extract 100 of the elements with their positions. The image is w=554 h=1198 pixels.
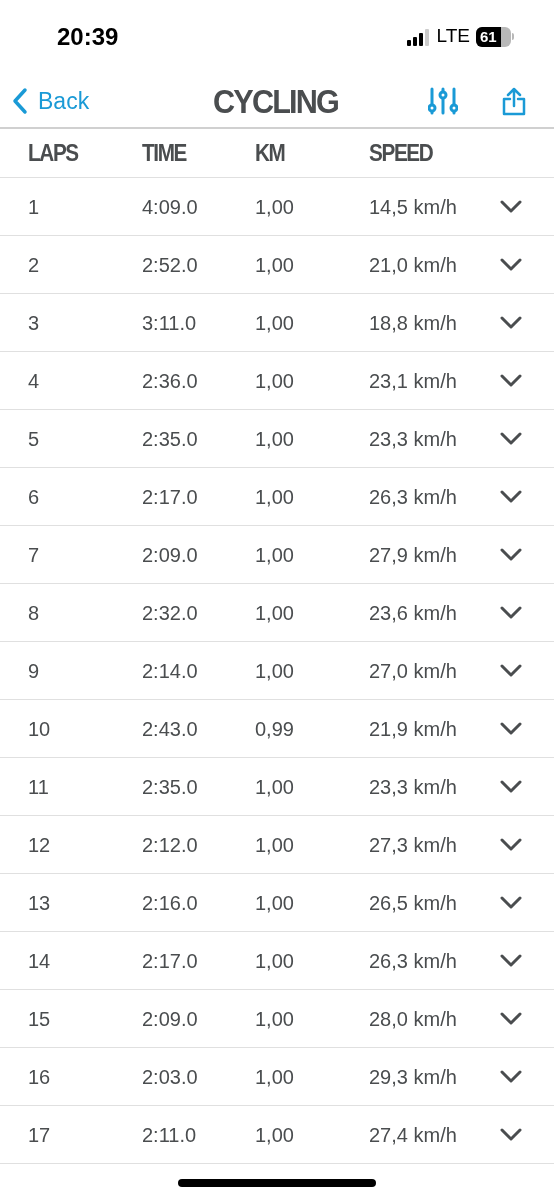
lap-number: 1 (28, 195, 40, 218)
chevron-down-icon[interactable] (500, 431, 522, 446)
chevron-down-icon[interactable] (500, 953, 522, 968)
lap-speed: 26,3 km/h (369, 485, 457, 508)
lap-number: 2 (28, 253, 40, 276)
lap-distance: 1,00 (255, 1007, 294, 1030)
lap-time: 2:35.0 (142, 427, 198, 450)
lap-time: 2:14.0 (142, 659, 198, 682)
lap-distance: 1,00 (255, 311, 294, 334)
lap-distance: 1,00 (255, 195, 294, 218)
lap-time: 2:09.0 (142, 543, 198, 566)
lap-row[interactable]: 5 2:35.0 1,00 23,3 km/h (0, 410, 554, 468)
lap-distance: 1,00 (255, 253, 294, 276)
lap-time: 2:11.0 (142, 1123, 197, 1146)
lap-time: 2:03.0 (142, 1065, 198, 1088)
chevron-down-icon[interactable] (500, 1127, 522, 1142)
lap-time: 2:17.0 (142, 949, 198, 972)
lap-speed: 21,0 km/h (369, 253, 457, 276)
lap-row[interactable]: 6 2:17.0 1,00 26,3 km/h (0, 468, 554, 526)
chevron-down-icon[interactable] (500, 373, 522, 388)
lap-speed: 27,0 km/h (369, 659, 457, 682)
lap-distance: 1,00 (255, 659, 294, 682)
lap-distance: 0,99 (255, 717, 294, 740)
chevron-down-icon[interactable] (500, 1069, 522, 1084)
lap-row[interactable]: 8 2:32.0 1,00 23,6 km/h (0, 584, 554, 642)
lap-speed: 27,3 km/h (369, 833, 457, 856)
lap-distance: 1,00 (255, 891, 294, 914)
lap-time: 2:36.0 (142, 369, 198, 392)
lap-row[interactable]: 12 2:12.0 1,00 27,3 km/h (0, 816, 554, 874)
lap-number: 6 (28, 485, 40, 508)
lap-time: 2:52.0 (142, 253, 198, 276)
lap-number: 16 (28, 1065, 51, 1088)
lap-distance: 1,00 (255, 601, 294, 624)
lap-row[interactable]: 17 2:11.0 1,00 27,4 km/h (0, 1106, 554, 1164)
lap-time: 2:16.0 (142, 891, 198, 914)
lap-number: 3 (28, 311, 40, 334)
lap-number: 14 (28, 949, 51, 972)
lap-speed: 27,9 km/h (369, 543, 457, 566)
lap-speed: 21,9 km/h (369, 717, 457, 740)
lap-distance: 1,00 (255, 369, 294, 392)
back-icon (12, 87, 28, 115)
lap-row[interactable]: 11 2:35.0 1,00 23,3 km/h (0, 758, 554, 816)
lap-row[interactable]: 16 2:03.0 1,00 29,3 km/h (0, 1048, 554, 1106)
lap-time: 3:11.0 (142, 311, 197, 334)
chevron-down-icon[interactable] (500, 895, 522, 910)
lap-number: 10 (28, 717, 51, 740)
network-label: LTE (436, 24, 470, 49)
sliders-icon[interactable] (428, 87, 458, 115)
chevron-down-icon[interactable] (500, 547, 522, 562)
chevron-down-icon[interactable] (500, 721, 522, 736)
lap-row[interactable]: 15 2:09.0 1,00 28,0 km/h (0, 990, 554, 1048)
lap-speed: 18,8 km/h (369, 311, 457, 334)
chevron-down-icon[interactable] (500, 779, 522, 794)
column-header: TIME (142, 138, 187, 168)
chevron-down-icon[interactable] (500, 489, 522, 504)
lap-number: 13 (28, 891, 51, 914)
lap-number: 5 (28, 427, 40, 450)
lap-distance: 1,00 (255, 543, 294, 566)
lap-row[interactable]: 13 2:16.0 1,00 26,5 km/h (0, 874, 554, 932)
chevron-down-icon[interactable] (500, 663, 522, 678)
lap-row[interactable]: 3 3:11.0 1,00 18,8 km/h (0, 294, 554, 352)
lap-row[interactable]: 10 2:43.0 0,99 21,9 km/h (0, 700, 554, 758)
column-header: KM (255, 138, 285, 168)
signal-icon (406, 27, 431, 46)
chevron-down-icon[interactable] (500, 257, 522, 272)
share-icon[interactable] (502, 86, 526, 116)
lap-distance: 1,00 (255, 485, 294, 508)
lap-distance: 1,00 (255, 1065, 294, 1088)
chevron-down-icon[interactable] (500, 837, 522, 852)
lap-time: 2:12.0 (142, 833, 198, 856)
lap-row[interactable]: 7 2:09.0 1,00 27,9 km/h (0, 526, 554, 584)
lap-time: 2:17.0 (142, 485, 198, 508)
lap-speed: 23,3 km/h (369, 775, 457, 798)
lap-number: 7 (28, 543, 40, 566)
lap-row[interactable]: 1 4:09.0 1,00 14,5 km/h (0, 178, 554, 236)
lap-row[interactable]: 14 2:17.0 1,00 26,3 km/h (0, 932, 554, 990)
lap-number: 4 (28, 369, 40, 392)
lap-time: 2:09.0 (142, 1007, 198, 1030)
chevron-down-icon[interactable] (500, 315, 522, 330)
page-title: CYCLING (213, 80, 339, 122)
lap-speed: 27,4 km/h (369, 1123, 457, 1146)
lap-speed: 29,3 km/h (369, 1065, 457, 1088)
lap-speed: 28,0 km/h (369, 1007, 457, 1030)
lap-distance: 1,00 (255, 775, 294, 798)
lap-speed: 23,3 km/h (369, 427, 457, 450)
lap-time: 2:32.0 (142, 601, 198, 624)
lap-number: 8 (28, 601, 40, 624)
column-header: SPEED (369, 138, 433, 168)
lap-distance: 1,00 (255, 949, 294, 972)
chevron-down-icon[interactable] (500, 1011, 522, 1026)
lap-number: 15 (28, 1007, 51, 1030)
chevron-down-icon[interactable] (500, 605, 522, 620)
chevron-down-icon[interactable] (500, 199, 522, 214)
battery-icon: 61 (476, 26, 514, 47)
lap-speed: 23,1 km/h (369, 369, 457, 392)
lap-row[interactable]: 4 2:36.0 1,00 23,1 km/h (0, 352, 554, 410)
lap-speed: 26,3 km/h (369, 949, 457, 972)
lap-row[interactable]: 9 2:14.0 1,00 27,0 km/h (0, 642, 554, 700)
lap-row[interactable]: 2 2:52.0 1,00 21,0 km/h (0, 236, 554, 294)
lap-distance: 1,00 (255, 1123, 294, 1146)
